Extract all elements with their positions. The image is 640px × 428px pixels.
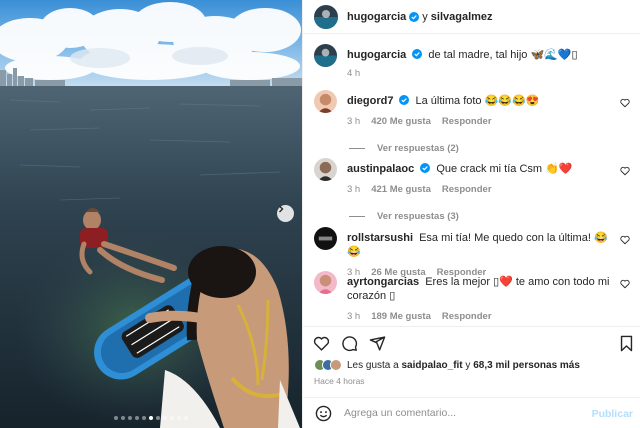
post-photo <box>0 0 302 428</box>
view-replies-label: Ver respuestas (3) <box>377 211 459 222</box>
post-media <box>0 0 302 428</box>
caption-text: de tal madre, tal hijo 🦋🌊💙▯ <box>428 49 578 61</box>
carousel-dot <box>177 416 181 420</box>
heart-icon[interactable] <box>620 98 630 108</box>
comment-likes[interactable]: 420 Me gusta <box>371 115 431 129</box>
heart-icon[interactable] <box>620 166 630 176</box>
carousel-dot <box>156 416 160 420</box>
add-comment-bar: Publicar <box>303 397 640 428</box>
verified-icon <box>399 95 410 105</box>
comment-item: ayrtongarcias Eres la mejor ▯❤️ te amo c… <box>314 271 634 324</box>
comment-time: 3 h <box>347 311 361 322</box>
comment-text: Que crack mi tía Csm 👏❤️ <box>436 163 573 175</box>
author-avatar[interactable] <box>314 4 338 29</box>
caption-time: 4 h <box>347 68 361 79</box>
carousel-dot <box>163 416 167 420</box>
carousel-dot <box>114 416 118 420</box>
comment-time: 3 h <box>347 116 361 127</box>
caption-avatar[interactable] <box>314 44 337 67</box>
verified-icon <box>409 11 420 22</box>
post-panel: hugogarcia y silvagalmez hugogarcia de t… <box>302 0 640 428</box>
likes-user[interactable]: saidpalao_fit <box>402 360 463 371</box>
view-replies-button[interactable]: Ver respuestas (2) <box>349 143 634 154</box>
liker-avatar[interactable] <box>330 359 342 371</box>
view-replies-label: Ver respuestas (2) <box>377 143 459 154</box>
likes-middle: y <box>465 359 471 371</box>
comments-list: hugogarcia de tal madre, tal hijo 🦋🌊💙▯ 4… <box>303 34 640 322</box>
header-connector: y <box>422 10 428 23</box>
comment-likes[interactable]: 189 Me gusta <box>371 310 431 324</box>
comment-avatar[interactable] <box>314 90 337 113</box>
carousel-dot <box>135 416 139 420</box>
comment-icon[interactable] <box>341 335 358 352</box>
action-bar <box>303 326 640 356</box>
heart-icon[interactable] <box>620 279 630 289</box>
emoji-icon[interactable] <box>315 405 332 422</box>
comment-avatar[interactable] <box>314 227 337 250</box>
likes-others[interactable]: 68,3 mil personas más <box>473 360 580 371</box>
comment-item: diegord7 La última foto 😂😂😂😍 3 h 420 Me … <box>314 90 634 154</box>
verified-icon <box>420 163 431 173</box>
reply-button[interactable]: Responder <box>442 115 492 129</box>
caption-username[interactable]: hugogarcia <box>347 49 406 61</box>
comment-input[interactable] <box>344 407 574 419</box>
carousel-dot <box>149 416 153 420</box>
view-replies-button[interactable]: Ver respuestas (3) <box>349 211 634 222</box>
likes-summary: Les gusta a saidpalao_fit y 68,3 mil per… <box>314 359 580 371</box>
carousel-dot <box>121 416 125 420</box>
comment-avatar[interactable] <box>314 158 337 181</box>
collaborator-username[interactable]: silvagalmez <box>431 11 493 23</box>
share-icon[interactable] <box>369 335 386 352</box>
bookmark-icon[interactable] <box>618 335 635 352</box>
carousel-dot <box>184 416 188 420</box>
chevron-right-icon <box>279 205 284 213</box>
liker-avatars <box>314 359 342 371</box>
carousel-dots <box>0 416 302 420</box>
carousel-dot <box>170 416 174 420</box>
post-header: hugogarcia y silvagalmez <box>303 0 640 34</box>
comment-text: La última foto 😂😂😂😍 <box>415 95 540 107</box>
likes-prefix: Les gusta a <box>347 359 399 371</box>
post-time-ago: Hace 4 horas <box>314 376 365 386</box>
comment-username[interactable]: ayrtongarcias <box>347 276 419 288</box>
carousel-dot <box>142 416 146 420</box>
carousel-next-button[interactable] <box>277 205 294 222</box>
post-caption: hugogarcia de tal madre, tal hijo 🦋🌊💙▯ 4… <box>314 44 634 81</box>
carousel-dot <box>128 416 132 420</box>
heart-icon[interactable] <box>620 235 630 245</box>
author-username[interactable]: hugogarcia <box>347 11 406 23</box>
comment-likes[interactable]: 421 Me gusta <box>371 183 431 197</box>
comment-time: 3 h <box>347 184 361 195</box>
like-icon[interactable] <box>313 335 330 352</box>
comment-avatar[interactable] <box>314 271 337 294</box>
comment-username[interactable]: rollstarsushi <box>347 232 413 244</box>
comment-username[interactable]: austinpalaoc <box>347 163 414 175</box>
comment-username[interactable]: diegord7 <box>347 95 393 107</box>
publish-button[interactable]: Publicar <box>592 408 633 420</box>
reply-button[interactable]: Responder <box>442 183 492 197</box>
reply-button[interactable]: Responder <box>442 310 492 324</box>
verified-icon <box>412 49 423 59</box>
comment-item: austinpalaoc Que crack mi tía Csm 👏❤️ 3 … <box>314 158 634 222</box>
